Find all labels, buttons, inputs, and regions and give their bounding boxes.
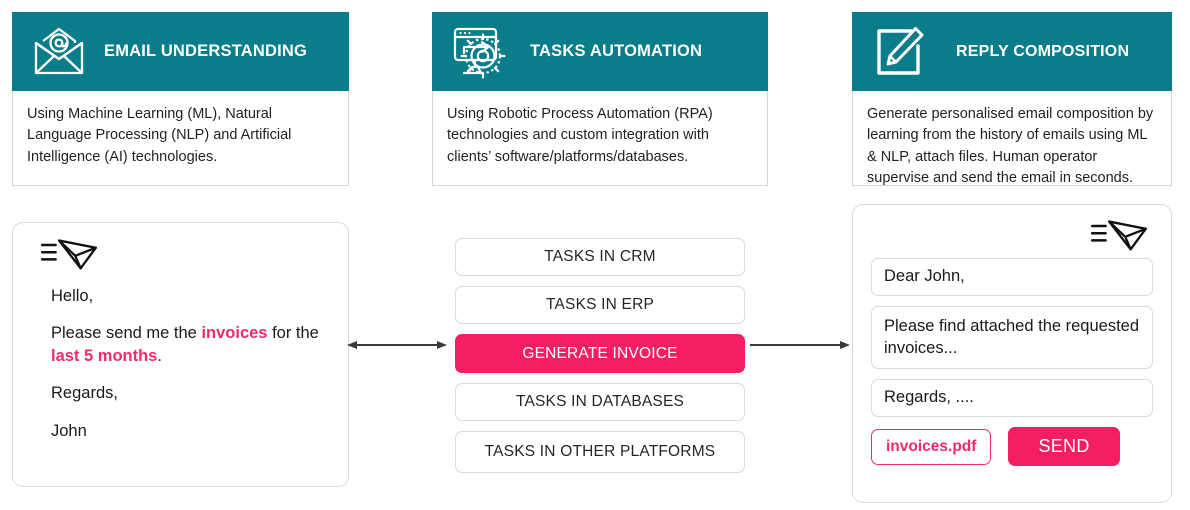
email-request-text: Please send me the invoices for the last… [51,322,326,367]
panel-body: Using Robotic Process Automation (RPA) t… [432,91,768,186]
panel-body: Generate personalised email composition … [852,91,1172,186]
panel-title: TASKS AUTOMATION [530,42,703,60]
panel-header: TASKS AUTOMATION [432,12,768,91]
email-signoff: Regards, [51,384,118,403]
incoming-email-card: Hello, Please send me the invoices for t… [12,222,349,487]
email-highlight-period: last 5 months [51,346,158,365]
attachment-chip-invoices-pdf[interactable]: invoices.pdf [871,428,992,465]
email-request-prefix: Please send me the [51,324,202,343]
email-highlight-invoices: invoices [201,324,268,343]
incoming-email-body: Hello, Please send me the invoices for t… [39,285,326,442]
reply-fields: Dear John, Please find attached the requ… [871,258,1153,467]
reply-greeting-field[interactable]: Dear John, [871,258,1153,296]
panel-title: REPLY COMPOSITION [956,42,1130,60]
pencil-compose-icon [868,21,930,83]
panel-header: EMAIL UNDERSTANDING [12,12,349,91]
email-request-suffix: . [157,346,162,365]
email-sender: John [51,421,87,440]
reply-actions: invoices.pdf SEND [871,427,1153,467]
feature-panel-tasks-automation: TASKS AUTOMATION Using Robotic Process A… [432,12,768,186]
email-at-envelope-icon [28,21,90,83]
reply-signoff-field[interactable]: Regards, .... [871,379,1153,418]
email-request-middle: for the [267,324,319,343]
panel-title: EMAIL UNDERSTANDING [104,42,308,60]
outgoing-mail-icon [871,218,1153,252]
reply-email-card: Dear John, Please find attached the requ… [852,204,1172,503]
panel-description: Generate personalised email composition … [867,106,1154,186]
panel-description: Using Robotic Process Automation (RPA) t… [447,106,713,165]
panel-header: REPLY COMPOSITION [852,12,1172,91]
task-item-other-platforms[interactable]: TASKS IN OTHER PLATFORMS [455,431,745,473]
monitor-gear-automation-icon [448,21,510,83]
send-button[interactable]: SEND [1008,427,1120,467]
email-greeting: Hello, [51,287,94,305]
task-item-crm[interactable]: TASKS IN CRM [455,238,745,276]
task-item-erp[interactable]: TASKS IN ERP [455,286,745,324]
task-item-generate-invoice[interactable]: GENERATE INVOICE [455,334,745,373]
panel-description: Using Machine Learning (ML), Natural Lan… [27,106,292,165]
connector-arrow-left [345,338,449,357]
panel-body: Using Machine Learning (ML), Natural Lan… [12,91,349,186]
task-list: TASKS IN CRM TASKS IN ERP GENERATE INVOI… [455,238,745,483]
feature-panel-reply-composition: REPLY COMPOSITION Generate personalised … [852,12,1172,186]
feature-panel-email-understanding: EMAIL UNDERSTANDING Using Machine Learni… [12,12,349,186]
incoming-mail-icon [39,237,326,271]
reply-body-field[interactable]: Please find attached the requested invoi… [871,305,1153,370]
connector-arrow-right [748,338,852,357]
task-item-databases[interactable]: TASKS IN DATABASES [455,383,745,421]
